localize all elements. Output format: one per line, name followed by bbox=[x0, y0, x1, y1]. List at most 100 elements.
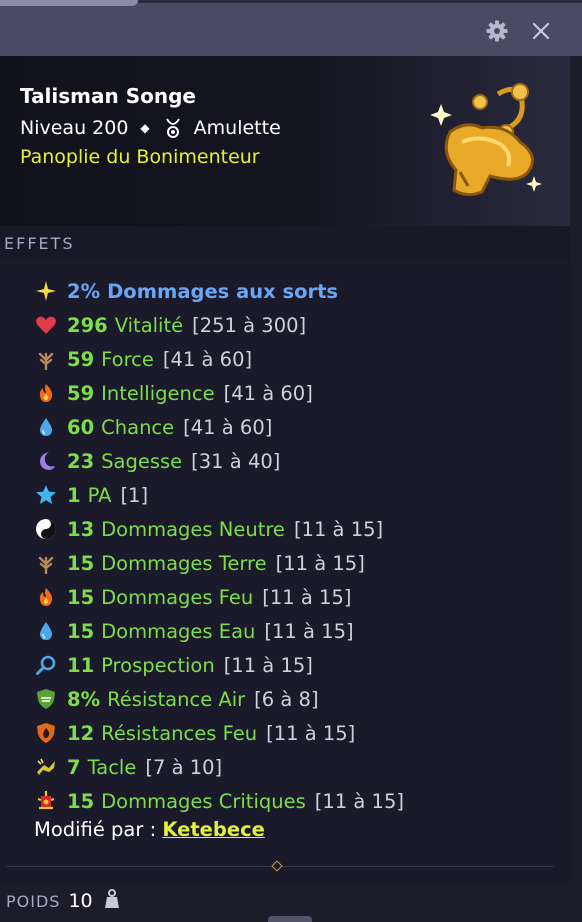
effect-value: 15 bbox=[67, 619, 95, 643]
effect-value: 8% bbox=[67, 687, 101, 711]
water-icon bbox=[34, 619, 58, 643]
effect-range: [11 à 15] bbox=[223, 653, 313, 677]
effect-range: [11 à 15] bbox=[266, 721, 356, 745]
critical-icon bbox=[34, 789, 58, 813]
tab-indicator bbox=[0, 0, 138, 6]
effect-row: 15 Dommages Critiques [11 à 15] bbox=[34, 784, 404, 818]
effect-name: Force bbox=[101, 347, 154, 371]
fire-icon bbox=[34, 585, 58, 609]
effect-name: Dommages aux sorts bbox=[107, 279, 339, 303]
effects-heading: EFFETS bbox=[4, 234, 75, 253]
effect-value: 296 bbox=[67, 313, 108, 337]
section-band bbox=[0, 226, 570, 262]
effect-name: PA bbox=[87, 483, 112, 507]
modifier-link[interactable]: Ketebece bbox=[162, 818, 265, 841]
water-icon bbox=[34, 415, 58, 439]
earth-icon bbox=[34, 347, 58, 371]
effect-row: 60 Chance [41 à 60] bbox=[34, 410, 404, 444]
weight-label: POIDS bbox=[6, 891, 61, 911]
effect-value: 12 bbox=[67, 721, 95, 745]
effect-name: Tacle bbox=[87, 755, 137, 779]
effect-range: [11 à 15] bbox=[314, 789, 404, 813]
weight-value: 10 bbox=[68, 890, 93, 912]
effect-row: 7 Tacle [7 à 10] bbox=[34, 750, 404, 784]
effect-value: 1 bbox=[67, 483, 81, 507]
effect-name: Résistance Air bbox=[107, 687, 246, 711]
effect-name: Sagesse bbox=[101, 449, 183, 473]
effect-value: 7 bbox=[67, 755, 81, 779]
item-header: Talisman Songe Niveau 200 ◆ Amulette Pan… bbox=[0, 56, 570, 226]
effect-value: 13 bbox=[67, 517, 95, 541]
effect-row: 23 Sagesse [31 à 40] bbox=[34, 444, 404, 478]
effect-range: [7 à 10] bbox=[145, 755, 223, 779]
weight-icon bbox=[101, 888, 123, 914]
air-shield-icon bbox=[34, 687, 58, 711]
gear-icon bbox=[486, 20, 508, 42]
item-set-link[interactable]: Panoplie du Bonimenteur bbox=[20, 146, 260, 168]
effect-row: 59 Intelligence [41 à 60] bbox=[34, 376, 404, 410]
effect-value: 15 bbox=[67, 551, 95, 575]
effect-range: [6 à 8] bbox=[254, 687, 319, 711]
fire-shield-icon bbox=[34, 721, 58, 745]
effect-name: Dommages Eau bbox=[101, 619, 256, 643]
weight-row: POIDS 10 bbox=[6, 888, 123, 914]
effect-value: 11 bbox=[67, 653, 95, 677]
effect-name: Dommages Terre bbox=[101, 551, 267, 575]
item-subline: Niveau 200 ◆ Amulette bbox=[20, 117, 281, 139]
effect-value: 15 bbox=[67, 789, 95, 813]
effects-list: 2% Dommages aux sorts 296 Vitalité [251 à 30… bbox=[34, 274, 404, 818]
earth-icon bbox=[34, 551, 58, 575]
effect-name: Dommages Critiques bbox=[101, 789, 306, 813]
effect-range: [31 à 40] bbox=[191, 449, 281, 473]
heart-icon bbox=[34, 313, 58, 337]
effect-range: [251 à 300] bbox=[192, 313, 307, 337]
effect-name: Résistances Feu bbox=[101, 721, 258, 745]
effect-row: 15 Dommages Eau [11 à 15] bbox=[34, 614, 404, 648]
yinyang-icon bbox=[34, 517, 58, 541]
effect-row: 11 Prospection [11 à 15] bbox=[34, 648, 404, 682]
effect-value: 15 bbox=[67, 585, 95, 609]
effect-range: [11 à 15] bbox=[293, 517, 384, 541]
tackle-icon bbox=[34, 755, 58, 779]
effect-range: [1] bbox=[120, 483, 149, 507]
amulet-icon bbox=[162, 117, 184, 139]
effect-name: Dommages Neutre bbox=[101, 517, 285, 541]
effect-row: 2% Dommages aux sorts bbox=[34, 274, 404, 308]
magnifier-icon bbox=[34, 653, 58, 677]
settings-button[interactable] bbox=[484, 18, 510, 44]
resize-handle[interactable] bbox=[268, 916, 312, 922]
window-titlebar bbox=[0, 0, 582, 56]
modified-label: Modifié par : bbox=[34, 818, 163, 841]
effect-name: Dommages Feu bbox=[101, 585, 254, 609]
effect-value: 2% bbox=[67, 279, 101, 303]
effect-row: 13 Dommages Neutre [11 à 15] bbox=[34, 512, 404, 546]
close-button[interactable] bbox=[528, 18, 554, 44]
modified-by: Modifié par : Ketebece bbox=[34, 818, 265, 841]
effect-range: [11 à 15] bbox=[264, 619, 354, 643]
ap-star-icon bbox=[34, 483, 58, 507]
effect-name: Prospection bbox=[101, 653, 215, 677]
effect-range: [41 à 60] bbox=[223, 381, 313, 405]
effect-row: 59 Force [41 à 60] bbox=[34, 342, 404, 376]
effect-name: Intelligence bbox=[101, 381, 215, 405]
close-icon bbox=[532, 22, 550, 40]
titlebar-edge bbox=[138, 0, 582, 3]
effect-row: 15 Dommages Feu [11 à 15] bbox=[34, 580, 404, 614]
effect-name: Chance bbox=[101, 415, 175, 439]
item-type: Amulette bbox=[193, 117, 281, 139]
fire-icon bbox=[34, 381, 58, 405]
effect-row: 1 PA [1] bbox=[34, 478, 404, 512]
effect-value: 59 bbox=[67, 347, 95, 371]
effect-range: [11 à 15] bbox=[275, 551, 365, 575]
separator-diamond: ◆ bbox=[140, 121, 150, 135]
item-image bbox=[420, 72, 552, 212]
moon-icon bbox=[34, 449, 58, 473]
star-icon bbox=[34, 279, 58, 303]
effect-range: [41 à 60] bbox=[183, 415, 273, 439]
effect-row: 15 Dommages Terre [11 à 15] bbox=[34, 546, 404, 580]
item-name: Talisman Songe bbox=[20, 84, 196, 108]
effect-value: 23 bbox=[67, 449, 95, 473]
effect-range: [41 à 60] bbox=[162, 347, 253, 371]
effect-value: 60 bbox=[67, 415, 95, 439]
item-level: Niveau 200 bbox=[20, 117, 129, 139]
